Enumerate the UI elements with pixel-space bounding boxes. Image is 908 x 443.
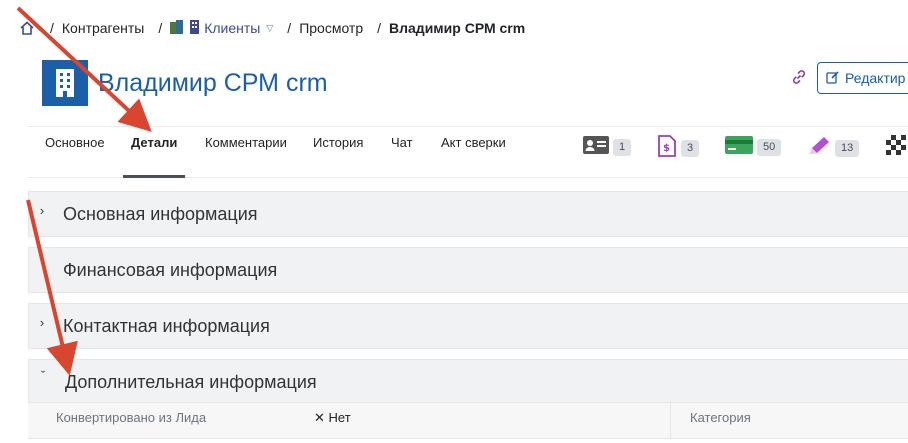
home-icon[interactable] <box>18 19 36 37</box>
cross-icon: ✕ <box>314 410 325 425</box>
invoice-icon: $ <box>657 135 677 162</box>
tab-chat[interactable]: Чат <box>391 127 413 178</box>
tab-history[interactable]: История <box>313 127 363 178</box>
converted-value-text: Нет <box>328 410 351 425</box>
chevron-down-icon: ˇ <box>40 367 46 383</box>
counter-badge: 1 <box>613 139 632 156</box>
breadcrumb-clients[interactable]: Клиенты ▽ <box>170 19 273 37</box>
detail-row: Конвертировано из Лида ✕ Нет Категория <box>28 403 908 439</box>
svg-text:$: $ <box>663 143 670 154</box>
counter-badge: 13 <box>835 140 860 157</box>
breadcrumb-clients-label: Клиенты <box>204 20 261 36</box>
section-additional-info[interactable]: ˇ Дополнительная информация <box>28 359 908 403</box>
tab-bar: Основное Детали Комментарии История Чат … <box>28 126 908 178</box>
breadcrumb-separator: / <box>158 20 163 36</box>
tab-reconciliation[interactable]: Акт сверки <box>441 127 506 178</box>
contact-card-icon <box>583 135 609 160</box>
chevron-down-icon[interactable]: ▽ <box>266 23 273 34</box>
breadcrumb-separator: / <box>377 20 382 36</box>
section-title: Основная информация <box>63 204 258 224</box>
edit-button-label: Редактир <box>845 70 906 86</box>
category-label: Категория <box>690 410 751 425</box>
chevron-right-icon: › <box>39 202 45 218</box>
section-contact-info[interactable]: › Контактная информация <box>28 303 908 349</box>
breadcrumb-current: Владимир СРМ crm <box>389 20 526 36</box>
counter-notes[interactable]: 13 <box>807 135 860 162</box>
counter-invoices[interactable]: $ 3 <box>657 135 700 162</box>
buildings-icon <box>170 19 200 37</box>
tab-main[interactable]: Основное <box>45 127 105 178</box>
counter-contacts[interactable]: 1 <box>583 135 632 160</box>
tab-comments[interactable]: Комментарии <box>205 127 287 178</box>
checkered-icon <box>886 135 906 160</box>
counter-badge: 50 <box>757 139 782 156</box>
building-icon <box>42 60 88 106</box>
breadcrumb-contractors[interactable]: Контрагенты <box>62 20 144 36</box>
chevron-right-icon: › <box>39 314 45 330</box>
section-title: Контактная информация <box>63 316 270 336</box>
column-divider <box>670 403 671 439</box>
page-title: Владимир СРМ crm <box>98 69 328 97</box>
edit-icon <box>826 70 840 87</box>
counter-badge: 3 <box>681 140 700 157</box>
breadcrumb: / Контрагенты / Клиенты ▽ / Просмотр / В… <box>18 19 525 37</box>
section-financial-info[interactable]: Финансовая информация <box>28 247 908 293</box>
counter-more[interactable] <box>886 135 906 160</box>
converted-from-lead-value: ✕ Нет <box>314 403 351 433</box>
edit-button[interactable]: Редактир <box>817 62 908 94</box>
section-title: Дополнительная информация <box>65 372 317 392</box>
tab-details[interactable]: Детали <box>122 127 186 178</box>
link-icon[interactable] <box>789 67 809 87</box>
section-main-info[interactable]: › Основная информация <box>28 191 908 237</box>
pencil-icon <box>807 135 831 162</box>
section-title: Финансовая информация <box>63 260 278 280</box>
credit-card-icon <box>725 135 753 160</box>
page-header: Владимир СРМ crm <box>42 60 328 106</box>
converted-from-lead-label: Конвертировано из Лида <box>56 410 207 425</box>
breadcrumb-view[interactable]: Просмотр <box>299 20 363 36</box>
breadcrumb-separator: / <box>50 20 54 36</box>
counter-payments[interactable]: 50 <box>725 135 782 160</box>
breadcrumb-separator: / <box>287 20 292 36</box>
